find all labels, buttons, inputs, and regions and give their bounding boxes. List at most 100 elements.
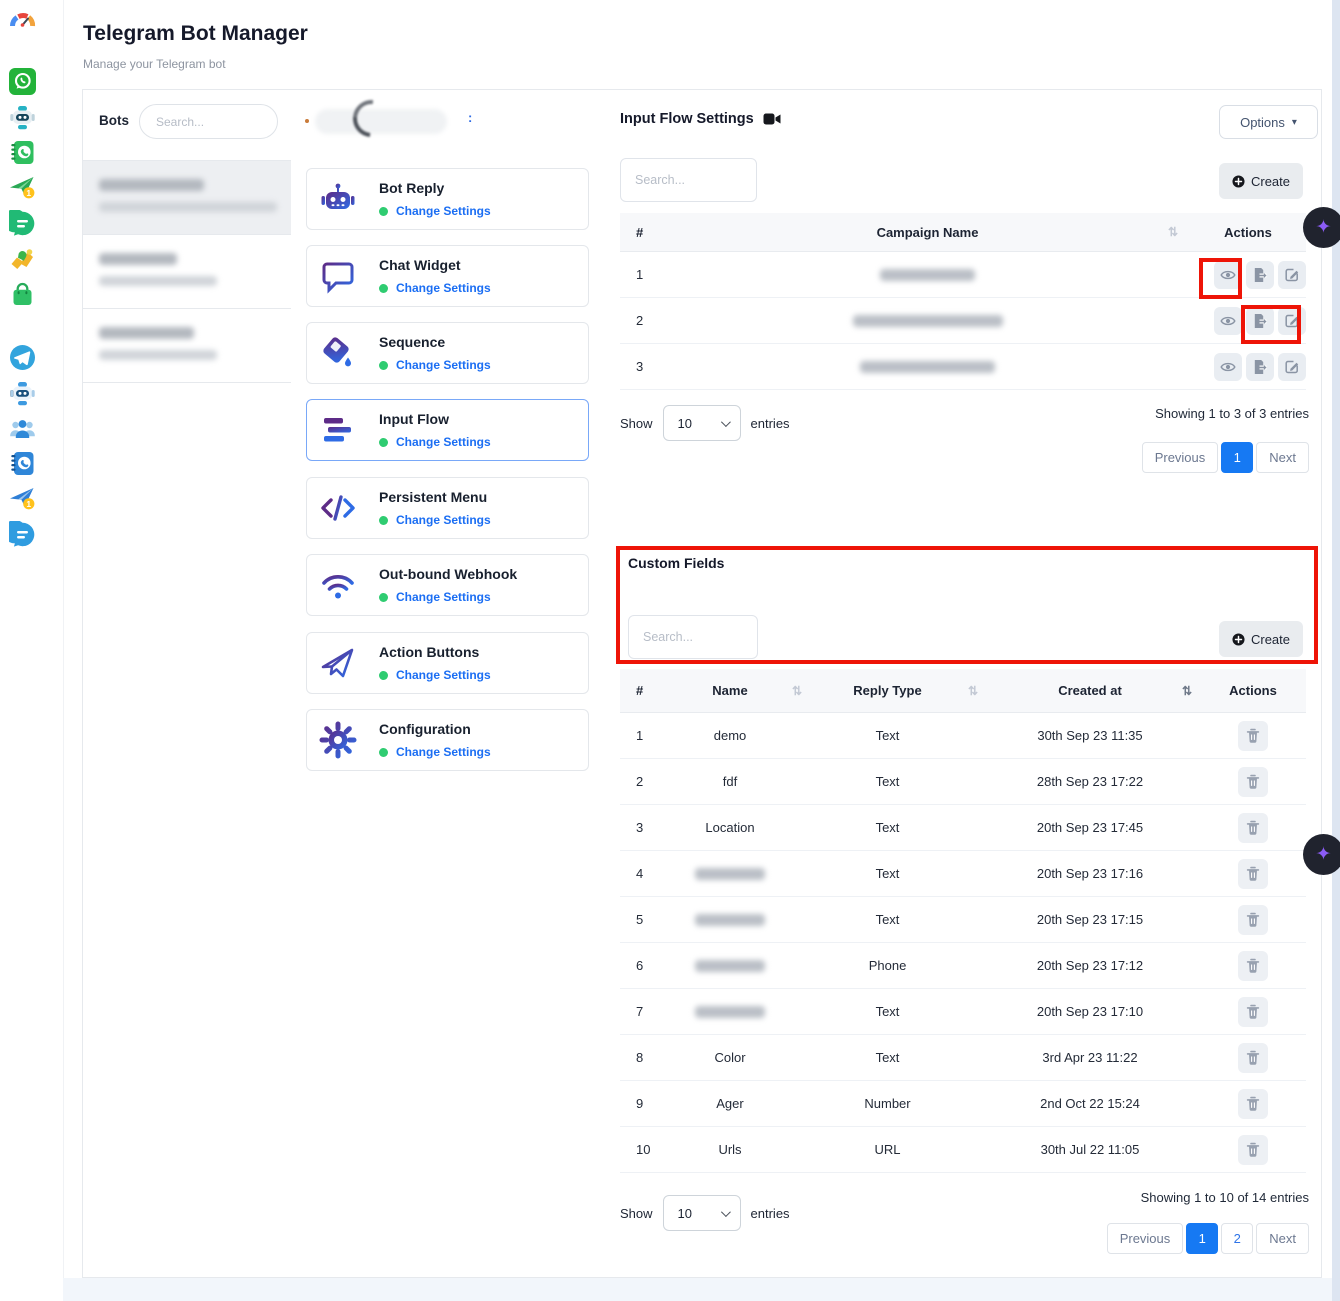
bot-list-item[interactable] bbox=[83, 235, 291, 309]
delete-button[interactable] bbox=[1238, 813, 1268, 843]
previous-page-button[interactable]: Previous bbox=[1142, 442, 1219, 473]
delete-button[interactable] bbox=[1238, 1089, 1268, 1119]
phonebook-blue-icon[interactable] bbox=[9, 450, 36, 477]
custom-fields-summary: Showing 1 to 10 of 14 entries bbox=[1141, 1190, 1309, 1205]
col-created-at[interactable]: Created at bbox=[980, 683, 1200, 698]
menu-card-configuration[interactable]: Configuration Change Settings bbox=[306, 709, 589, 771]
broadcast-green-icon[interactable]: 1 bbox=[9, 174, 36, 201]
integrations-icon[interactable] bbox=[9, 245, 36, 272]
delete-button[interactable] bbox=[1238, 997, 1268, 1027]
previous-page-button[interactable]: Previous bbox=[1107, 1223, 1184, 1254]
bot-list-item[interactable] bbox=[83, 161, 291, 235]
delete-button[interactable] bbox=[1238, 859, 1268, 889]
menu-card-action-buttons[interactable]: Action Buttons Change Settings bbox=[306, 632, 589, 694]
edit-button[interactable] bbox=[1278, 261, 1306, 289]
chatbot-teal-icon[interactable] bbox=[9, 104, 36, 131]
page-button-1[interactable]: 1 bbox=[1221, 442, 1253, 473]
menu-card-out-bound-webhook[interactable]: Out-bound WebhookChange Settings bbox=[306, 554, 589, 616]
campaign-search-input[interactable] bbox=[620, 158, 757, 202]
messenger-green-icon[interactable] bbox=[9, 210, 36, 237]
page-subtitle: Manage your Telegram bot bbox=[83, 57, 226, 71]
delete-button[interactable] bbox=[1238, 1043, 1268, 1073]
campaigns-page-size-select[interactable]: 10 bbox=[663, 405, 741, 441]
field-actions bbox=[1200, 1135, 1306, 1165]
blurred-text bbox=[880, 269, 975, 281]
delete-button[interactable] bbox=[1238, 1135, 1268, 1165]
menu-card-bot-reply[interactable]: Bot ReplyChange Settings bbox=[306, 168, 589, 230]
campaign-row: 1 bbox=[620, 252, 1306, 298]
next-page-button[interactable]: Next bbox=[1256, 442, 1309, 473]
change-settings-link[interactable]: Change Settings bbox=[396, 513, 491, 527]
delete-button[interactable] bbox=[1238, 721, 1268, 751]
store-icon[interactable] bbox=[9, 281, 36, 308]
field-row-number: 9 bbox=[620, 1096, 665, 1111]
campaign-create-button[interactable]: Create bbox=[1219, 163, 1303, 199]
field-reply-type: Text bbox=[795, 912, 980, 927]
change-settings-link[interactable]: Change Settings bbox=[396, 590, 491, 604]
menu-card-chat-widget[interactable]: Chat WidgetChange Settings bbox=[306, 245, 589, 307]
view-button[interactable] bbox=[1214, 353, 1242, 381]
field-row-number: 10 bbox=[620, 1142, 665, 1157]
whatsapp-icon[interactable] bbox=[9, 68, 36, 95]
field-created-at: 20th Sep 23 17:16 bbox=[980, 866, 1200, 881]
campaign-row-number: 2 bbox=[620, 313, 665, 328]
assistant-sparkle-button[interactable]: ✦ bbox=[1303, 207, 1340, 248]
change-settings-link[interactable]: Change Settings bbox=[396, 281, 491, 295]
broadcast-blue-icon[interactable]: 1 bbox=[9, 485, 36, 512]
page-button-1[interactable]: 1 bbox=[1186, 1223, 1218, 1254]
sort-icon[interactable]: ⇅ bbox=[968, 684, 978, 698]
change-settings-link[interactable]: Change Settings bbox=[396, 745, 491, 759]
sort-icon-active[interactable]: ⇅ bbox=[1182, 684, 1192, 698]
scrollbar[interactable] bbox=[1332, 0, 1340, 1301]
custom-fields-search-input[interactable] bbox=[628, 615, 758, 659]
persistent-menu-icon bbox=[319, 489, 357, 527]
sort-icon[interactable]: ⇅ bbox=[1168, 225, 1178, 239]
audience-icon[interactable] bbox=[9, 415, 36, 442]
edit-button[interactable] bbox=[1278, 307, 1306, 335]
next-page-button[interactable]: Next bbox=[1256, 1223, 1309, 1254]
messenger-blue-icon[interactable] bbox=[9, 521, 36, 548]
page-button-2[interactable]: 2 bbox=[1221, 1223, 1253, 1254]
custom-fields-page-size-select[interactable]: 10 bbox=[663, 1195, 741, 1231]
chatbot-blue-icon[interactable] bbox=[9, 380, 36, 407]
bots-search-input[interactable] bbox=[139, 104, 278, 139]
export-button[interactable] bbox=[1246, 307, 1274, 335]
col-name[interactable]: Name bbox=[665, 683, 795, 698]
view-button[interactable] bbox=[1214, 307, 1242, 335]
status-green-dot bbox=[379, 284, 388, 293]
change-settings-link[interactable]: Change Settings bbox=[396, 358, 491, 372]
menu-card-label: Configuration bbox=[379, 721, 471, 737]
edit-button[interactable] bbox=[1278, 353, 1306, 381]
custom-field-row: 10UrlsURL30th Jul 22 11:05 bbox=[620, 1127, 1306, 1173]
delete-button[interactable] bbox=[1238, 767, 1268, 797]
sort-icon[interactable]: ⇅ bbox=[792, 684, 802, 698]
telegram-icon[interactable] bbox=[9, 344, 36, 371]
col-number: # bbox=[620, 683, 665, 698]
change-settings-link[interactable]: Change Settings bbox=[396, 435, 491, 449]
assistant-sparkle-button[interactable]: ✦ bbox=[1303, 834, 1340, 875]
col-reply-type[interactable]: Reply Type bbox=[795, 683, 980, 698]
change-settings-link[interactable]: Change Settings bbox=[396, 668, 491, 682]
custom-fields-page-size-row: Show 10 entries bbox=[620, 1195, 790, 1231]
bot-list-item[interactable] bbox=[83, 309, 291, 383]
col-campaign-name[interactable]: Campaign Name bbox=[665, 225, 1190, 240]
dashboard-icon[interactable] bbox=[9, 8, 36, 35]
menu-card-sequence[interactable]: SequenceChange Settings bbox=[306, 322, 589, 384]
delete-button[interactable] bbox=[1238, 905, 1268, 935]
field-reply-type: Number bbox=[795, 1096, 980, 1111]
custom-fields-create-button[interactable]: Create bbox=[1219, 621, 1303, 657]
delete-button[interactable] bbox=[1238, 951, 1268, 981]
phonebook-green-icon[interactable] bbox=[9, 139, 36, 166]
export-button[interactable] bbox=[1246, 261, 1274, 289]
change-settings-link[interactable]: Change Settings bbox=[396, 204, 491, 218]
menu-card-persistent-menu[interactable]: Persistent MenuChange Settings bbox=[306, 477, 589, 539]
options-button[interactable]: Options ▾ bbox=[1219, 105, 1318, 139]
campaign-row-number: 3 bbox=[620, 359, 665, 374]
menu-card-input-flow[interactable]: Input FlowChange Settings bbox=[306, 399, 589, 461]
bots-panel-label: Bots bbox=[99, 113, 129, 128]
export-button[interactable] bbox=[1246, 353, 1274, 381]
entries-label: entries bbox=[751, 416, 790, 431]
custom-field-row: 3LocationText20th Sep 23 17:45 bbox=[620, 805, 1306, 851]
view-button[interactable] bbox=[1214, 261, 1242, 289]
menu-card-label: Action Buttons bbox=[379, 644, 479, 660]
